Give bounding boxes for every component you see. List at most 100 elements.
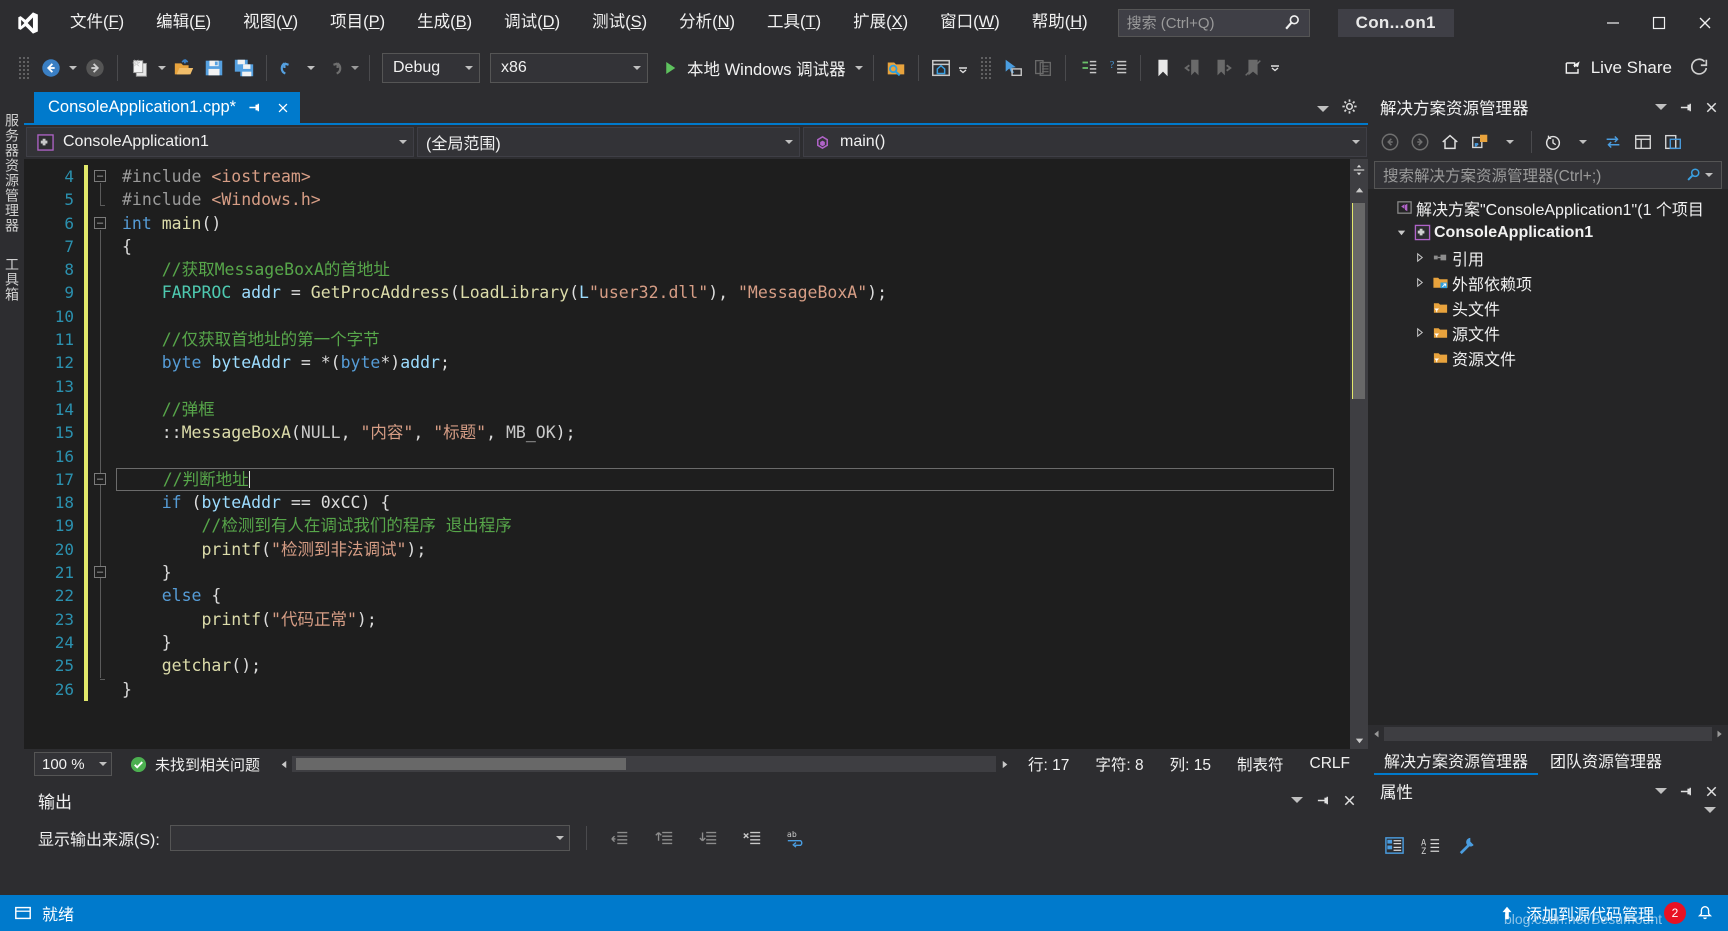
toggle-bookmark-button[interactable]: [1148, 52, 1178, 84]
new-file-dropdown[interactable]: [155, 52, 169, 84]
scroll-down-button[interactable]: [1350, 731, 1368, 749]
menu-build[interactable]: 生成(B): [401, 0, 488, 45]
start-debugging-dropdown[interactable]: [852, 52, 866, 84]
output-toggle-wordwrap-button[interactable]: ab: [779, 824, 813, 852]
code-line[interactable]: }: [116, 561, 1350, 584]
solution-configuration-combo[interactable]: Debug: [382, 53, 480, 83]
se-show-all-files-dropdown[interactable]: [1496, 128, 1524, 156]
sidebar-item-server-explorer[interactable]: 服务器资源管理器: [0, 101, 26, 245]
solution-platform-combo[interactable]: x86: [490, 53, 648, 83]
properties-events-button[interactable]: [1450, 830, 1482, 860]
pin-icon[interactable]: [246, 99, 264, 117]
code-line[interactable]: }: [116, 678, 1350, 701]
solution-explorer-close-button[interactable]: [1700, 96, 1722, 118]
code-text-area[interactable]: #include <iostream> #include <Windows.h> i…: [116, 159, 1350, 749]
redo-dropdown[interactable]: [348, 52, 362, 84]
tree-item[interactable]: ConsoleApplication1: [1368, 220, 1728, 245]
menu-help[interactable]: 帮助(H): [1016, 0, 1104, 45]
tree-expander-icon[interactable]: [1410, 252, 1428, 263]
tree-scroll-left-button[interactable]: [1368, 729, 1384, 739]
close-button[interactable]: [1682, 0, 1728, 45]
properties-categorized-button[interactable]: [1378, 830, 1410, 860]
search-icon[interactable]: [1685, 167, 1701, 183]
toolbar-overflow-button[interactable]: [1268, 52, 1282, 84]
toolbar-grip-2[interactable]: [979, 56, 992, 80]
code-line[interactable]: printf("代码正常");: [116, 608, 1350, 631]
code-line[interactable]: //检测到有人在调试我们的程序 退出程序: [116, 514, 1350, 537]
output-dropdown-button[interactable]: [1286, 789, 1308, 811]
save-all-button[interactable]: [229, 52, 259, 84]
zoom-level-combo[interactable]: 100 %: [34, 752, 112, 776]
solution-tree-horizontal-scrollbar[interactable]: [1368, 725, 1728, 743]
tree-item[interactable]: 源文件: [1368, 320, 1728, 345]
se-pending-changes-dropdown[interactable]: [1569, 128, 1597, 156]
save-button[interactable]: [199, 52, 229, 84]
editor-horizontal-scrollbar[interactable]: [274, 755, 1014, 773]
gear-icon[interactable]: [1341, 98, 1358, 119]
output-next-message-button[interactable]: [691, 824, 725, 852]
close-icon[interactable]: [274, 99, 292, 117]
code-line[interactable]: [116, 305, 1350, 328]
tree-item[interactable]: 解决方案"ConsoleApplication1"(1 个项目: [1368, 195, 1728, 220]
output-pin-button[interactable]: [1312, 789, 1334, 811]
se-forward-button[interactable]: [1406, 128, 1434, 156]
tree-expander-icon[interactable]: [1392, 227, 1410, 238]
code-line[interactable]: if (byteAddr == 0xCC) {: [116, 491, 1350, 514]
status-error-count-badge[interactable]: 2: [1664, 902, 1686, 924]
new-file-button[interactable]: [125, 52, 155, 84]
status-source-control-text[interactable]: 添加到源代码管理: [1526, 901, 1654, 925]
tree-expander-icon[interactable]: [1410, 327, 1428, 338]
editor-vertical-scrollbar[interactable]: [1350, 159, 1368, 749]
type-scope-combo[interactable]: (全局范围): [417, 127, 800, 157]
outline-button[interactable]: [1073, 52, 1103, 84]
copy-layout-button[interactable]: [1028, 52, 1058, 84]
output-goto-source-button[interactable]: [603, 824, 637, 852]
redo-button[interactable]: [318, 52, 348, 84]
code-line[interactable]: [116, 375, 1350, 398]
code-line[interactable]: #include <Windows.h>: [116, 188, 1350, 211]
menu-window[interactable]: 窗口(W): [924, 0, 1016, 45]
member-scope-combo[interactable]: main(): [803, 127, 1367, 157]
notifications-bell-icon[interactable]: [1696, 904, 1722, 922]
select-element-button[interactable]: [998, 52, 1028, 84]
issue-indicator[interactable]: 未找到相关问题: [130, 754, 260, 775]
tree-scroll-right-button[interactable]: [1712, 729, 1728, 739]
code-line[interactable]: //判断地址: [116, 467, 1334, 492]
code-line[interactable]: getchar();: [116, 654, 1350, 677]
se-preview-selected-button[interactable]: [1659, 128, 1687, 156]
fold-marker-if[interactable]: –: [94, 473, 106, 485]
code-editor[interactable]: 4 5 6 7 8 9 10 11 12 13 14 15 16 17 18 19 20 21 22 23 24 25 26…: [24, 159, 1350, 749]
solution-explorer-dropdown-button[interactable]: [1650, 96, 1672, 118]
search-options-dropdown[interactable]: [1701, 173, 1717, 177]
feedback-button[interactable]: [1684, 52, 1714, 84]
code-line[interactable]: //仅获取首地址的第一个字节: [116, 328, 1350, 351]
menu-project[interactable]: 项目(P): [314, 0, 401, 45]
scroll-right-button[interactable]: [996, 759, 1014, 770]
code-line[interactable]: //获取MessageBoxA的首地址: [116, 258, 1350, 281]
code-line[interactable]: printf("检测到非法调试");: [116, 538, 1350, 561]
maximize-button[interactable]: [1636, 0, 1682, 45]
solution-explorer-search-input[interactable]: 搜索解决方案资源管理器(Ctrl+;): [1374, 161, 1722, 189]
code-line[interactable]: else {: [116, 584, 1350, 607]
output-source-combo[interactable]: [169, 825, 570, 851]
scroll-left-button[interactable]: [274, 759, 292, 770]
properties-grid[interactable]: [1368, 865, 1728, 895]
output-close-button[interactable]: [1338, 789, 1360, 811]
start-debugging-button[interactable]: 本地 Windows 调试器: [653, 52, 852, 84]
tab-team-explorer[interactable]: 团队资源管理器: [1540, 747, 1672, 775]
navigate-back-button[interactable]: [36, 52, 66, 84]
quick-launch-search[interactable]: 搜索 (Ctrl+Q): [1117, 8, 1310, 37]
se-pending-changes-button[interactable]: [1539, 128, 1567, 156]
code-line[interactable]: {: [116, 235, 1350, 258]
tree-item[interactable]: 头文件: [1368, 295, 1728, 320]
document-tab-consoleapplication1-cpp[interactable]: ConsoleApplication1.cpp*: [34, 92, 301, 123]
code-line[interactable]: }: [116, 631, 1350, 654]
search-folder-button[interactable]: [881, 52, 911, 84]
se-show-all-files-button[interactable]: [1466, 128, 1494, 156]
outlining-margin[interactable]: – – – –: [90, 159, 116, 749]
solution-explorer-pin-button[interactable]: [1675, 96, 1697, 118]
se-back-button[interactable]: [1376, 128, 1404, 156]
active-files-dropdown-button[interactable]: [1317, 105, 1329, 112]
fold-marker-includes[interactable]: –: [94, 170, 106, 182]
menu-edit[interactable]: 编辑(E): [140, 0, 227, 45]
